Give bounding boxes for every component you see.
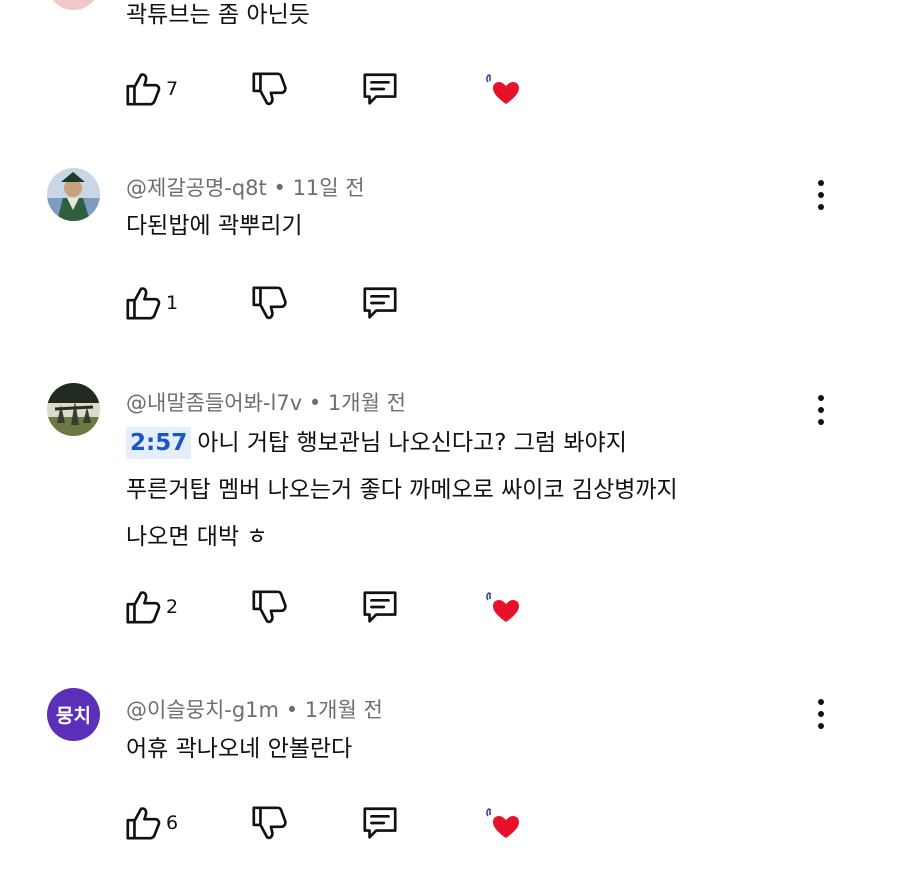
avatar-image [47, 168, 100, 221]
like-count: 2 [166, 596, 179, 618]
creator-heart [482, 72, 522, 106]
comment-text: 곽튜브는 좀 아닌듯 [126, 2, 310, 28]
thumbs-up-icon [124, 804, 162, 842]
comment-meta: @내말좀들어봐-l7v • 1개월 전 [126, 387, 406, 417]
thumbs-down-icon [250, 804, 288, 842]
comment-actions: 7 [124, 70, 544, 110]
thumbs-up-icon [124, 70, 162, 108]
reply-icon [360, 284, 400, 322]
author-handle[interactable]: @내말좀들어봐-l7v [126, 391, 302, 415]
avatar[interactable]: 뭉치 [47, 688, 100, 741]
thumbs-down-icon [250, 284, 288, 322]
reply-icon [360, 588, 400, 626]
reply-button[interactable] [360, 70, 400, 108]
avatar-image [47, 383, 100, 436]
heart-icon [482, 590, 522, 624]
reply-icon [360, 804, 400, 842]
comment-text: 2:57 아니 거탑 행보관님 나오신다고? 그럼 봐야지 푸른거탑 멤버 나오는… [126, 420, 678, 561]
comment-text: 다된밥에 곽뿌리기 [126, 213, 303, 239]
comment-line-1: 2:57 아니 거탑 행보관님 나오신다고? 그럼 봐야지 [126, 420, 678, 467]
meta-separator: • [285, 698, 299, 722]
author-handle[interactable]: @이슬뭉치-g1m [126, 698, 279, 722]
like-count: 7 [166, 78, 179, 100]
thumbs-down-icon [250, 70, 288, 108]
meta-separator: • [273, 176, 286, 200]
comment-actions: 1 [124, 284, 544, 324]
more-options-button[interactable] [811, 393, 831, 427]
reply-button[interactable] [360, 284, 400, 322]
avatar[interactable] [47, 168, 100, 221]
comment-text: 어휴 곽나오네 안볼란다 [126, 736, 353, 762]
like-count: 1 [166, 292, 179, 314]
dislike-button[interactable] [250, 804, 288, 842]
timestamp-link[interactable]: 2:57 [126, 427, 192, 459]
author-handle[interactable]: @제갈공명-q8t [126, 176, 267, 200]
comment-meta: @제갈공명-q8t • 11일 전 [126, 172, 365, 202]
like-button[interactable]: 6 [124, 804, 178, 842]
more-options-button[interactable] [811, 178, 831, 212]
more-options-button[interactable] [811, 697, 831, 731]
reply-button[interactable] [360, 588, 400, 626]
comment-time: 11일 전 [292, 176, 365, 200]
comment-actions: 6 [124, 804, 544, 844]
comment-line-1-text: 아니 거탑 행보관님 나오신다고? 그럼 봐야지 [197, 430, 627, 456]
creator-heart [482, 590, 522, 624]
heart-icon [482, 72, 522, 106]
dislike-button[interactable] [250, 70, 288, 108]
avatar-initials: 뭉치 [56, 705, 91, 727]
reply-button[interactable] [360, 804, 400, 842]
thumbs-up-icon [124, 588, 162, 626]
dislike-button[interactable] [250, 284, 288, 322]
avatar[interactable] [47, 383, 100, 436]
dislike-button[interactable] [250, 588, 288, 626]
comment-time: 1개월 전 [304, 698, 383, 722]
avatar[interactable] [47, 0, 100, 10]
meta-separator: • [308, 391, 322, 415]
creator-heart [482, 806, 522, 840]
heart-icon [482, 806, 522, 840]
reply-icon [360, 70, 400, 108]
comment-meta: @이슬뭉치-g1m • 1개월 전 [126, 694, 383, 724]
comment-time: 1개월 전 [327, 391, 406, 415]
comment-line-2: 푸른거탑 멤버 나오는거 좋다 까메오로 싸이코 김상병까지 [126, 477, 678, 503]
like-count: 6 [166, 812, 179, 834]
thumbs-up-icon [124, 284, 162, 322]
like-button[interactable]: 2 [124, 588, 178, 626]
comment-line-3: 나오면 대박 ㅎ [126, 524, 268, 550]
thumbs-down-icon [250, 588, 288, 626]
comment-actions: 2 [124, 588, 544, 628]
like-button[interactable]: 7 [124, 70, 178, 108]
like-button[interactable]: 1 [124, 284, 178, 322]
